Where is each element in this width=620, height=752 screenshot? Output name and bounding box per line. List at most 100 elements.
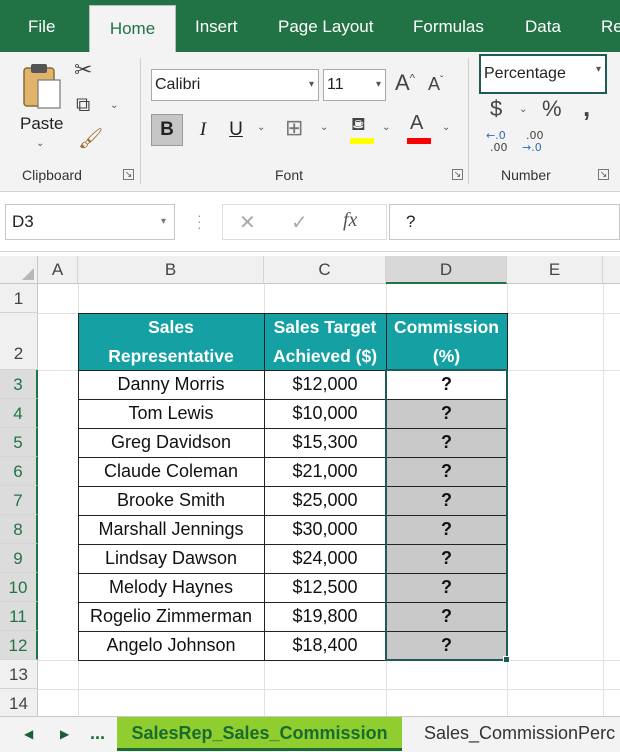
tab-home[interactable]: Home <box>89 5 176 52</box>
cell-sales-target[interactable]: $15,300 <box>264 428 386 457</box>
name-box-dropdown-icon: ▾ <box>160 216 166 227</box>
cell-sales-rep[interactable]: Rogelio Zimmerman <box>78 602 264 631</box>
clipboard-group-label: Clipboard <box>22 167 82 183</box>
italic-button[interactable]: I <box>193 114 213 146</box>
row-header-14[interactable]: 14 <box>0 689 38 716</box>
tab-file[interactable]: File <box>28 0 55 52</box>
row-header-13[interactable]: 13 <box>0 660 38 689</box>
row-header-2[interactable]: 2 <box>0 313 38 370</box>
font-color-dropdown-icon[interactable]: ⌄ <box>442 122 450 133</box>
percent-button[interactable]: % <box>542 96 562 122</box>
increase-decimal-button[interactable]: ←.0 .00 <box>486 130 508 154</box>
cell-sales-rep[interactable]: Lindsay Dawson <box>78 544 264 573</box>
cell-sales-target[interactable]: $10,000 <box>264 399 386 428</box>
column-header-a[interactable]: A <box>38 256 78 284</box>
prev-sheet-icon[interactable]: ◀ <box>24 717 33 751</box>
row-header-5[interactable]: 5 <box>0 428 38 457</box>
cancel-icon[interactable]: ✕ <box>239 210 256 234</box>
tab-review[interactable]: Re <box>601 0 620 52</box>
ribbon-tab-bar: File Home Insert Page Layout Formulas Da… <box>0 0 620 52</box>
fill-handle[interactable] <box>503 656 510 663</box>
borders-icon[interactable]: ⊞ <box>285 116 303 141</box>
font-color-swatch <box>407 138 431 144</box>
shrink-font-button[interactable]: Aˇ <box>428 74 443 95</box>
tab-formulas[interactable]: Formulas <box>413 0 484 52</box>
cell-sales-target[interactable]: $12,000 <box>264 370 386 399</box>
row-header-3[interactable]: 3 <box>0 370 38 399</box>
number-launcher-icon[interactable]: ↘ <box>598 169 609 180</box>
cell-sales-rep[interactable]: Marshall Jennings <box>78 515 264 544</box>
cell-sales-target[interactable]: $24,000 <box>264 544 386 573</box>
font-name-box[interactable]: Calibri ▾ <box>151 69 319 101</box>
copy-icon[interactable]: ⧉ <box>76 92 90 116</box>
cell-sales-target[interactable]: $19,800 <box>264 602 386 631</box>
fill-color-button[interactable]: ⛾ <box>349 114 375 148</box>
comma-button[interactable]: , <box>583 92 590 123</box>
borders-dropdown-icon[interactable]: ⌄ <box>320 122 328 133</box>
font-size-value: 11 <box>327 76 344 93</box>
clipboard-launcher-icon[interactable]: ↘ <box>123 169 134 180</box>
cell-sales-rep[interactable]: Claude Coleman <box>78 457 264 486</box>
row-header-8[interactable]: 8 <box>0 515 38 544</box>
row-header-11[interactable]: 11 <box>0 602 38 631</box>
column-header-e[interactable]: E <box>507 256 603 284</box>
number-format-box[interactable]: Percentage ▾ <box>479 54 607 94</box>
formula-buttons: ✕ ✓ fx <box>222 204 387 240</box>
font-size-dropdown-icon: ▾ <box>375 79 381 90</box>
cell-sales-target[interactable]: $12,500 <box>264 573 386 602</box>
paste-button[interactable]: Paste ⌄ <box>14 58 68 154</box>
column-header-b[interactable]: B <box>78 256 264 284</box>
column-header-d[interactable]: D <box>386 256 507 284</box>
fill-color-dropdown-icon[interactable]: ⌄ <box>382 122 390 133</box>
row-header-7[interactable]: 7 <box>0 486 38 515</box>
cell-sales-target[interactable]: $18,400 <box>264 631 386 660</box>
currency-dropdown-icon[interactable]: ⌄ <box>519 104 527 115</box>
copy-dropdown-icon[interactable]: ⌄ <box>110 100 118 111</box>
cell-sales-rep[interactable]: Brooke Smith <box>78 486 264 515</box>
header-sales-target[interactable]: Sales Target Achieved ($) <box>264 313 386 370</box>
sheet-tab-salesrep-sales-commission[interactable]: SalesRep_Sales_Commission <box>117 717 402 751</box>
cell-sales-rep[interactable]: Melody Haynes <box>78 573 264 602</box>
column-header-c[interactable]: C <box>264 256 386 284</box>
cell-sales-rep[interactable]: Angelo Johnson <box>78 631 264 660</box>
decrease-decimal-button[interactable]: .00 →.0 <box>522 130 544 154</box>
tab-insert[interactable]: Insert <box>195 0 238 52</box>
cut-icon[interactable]: ✂ <box>74 58 92 83</box>
underline-dropdown-icon[interactable]: ⌄ <box>257 122 265 133</box>
name-box[interactable]: D3 ▾ <box>5 204 175 240</box>
row-header-6[interactable]: 6 <box>0 457 38 486</box>
row-header-1[interactable]: 1 <box>0 284 38 313</box>
underline-button[interactable]: U <box>226 114 246 146</box>
row-header-12[interactable]: 12 <box>0 631 38 660</box>
header-sales-representative[interactable]: Sales Representative <box>78 313 264 370</box>
cell-sales-target[interactable]: $21,000 <box>264 457 386 486</box>
more-sheets-button[interactable]: ... <box>90 717 105 751</box>
formula-input[interactable]: ? <box>389 204 620 240</box>
cell-sales-rep[interactable]: Danny Morris <box>78 370 264 399</box>
sheet-tab-sales-commission-perc[interactable]: Sales_CommissionPerc <box>424 717 615 751</box>
currency-button[interactable]: $ <box>490 96 502 122</box>
font-launcher-icon[interactable]: ↘ <box>452 169 463 180</box>
select-all-button[interactable] <box>0 256 38 284</box>
font-name-value: Calibri <box>155 76 201 93</box>
font-color-button[interactable]: A <box>406 112 432 146</box>
row-header-10[interactable]: 10 <box>0 573 38 602</box>
enter-icon[interactable]: ✓ <box>291 210 308 234</box>
header-commission[interactable]: Commission (%) <box>386 313 507 370</box>
tab-page-layout[interactable]: Page Layout <box>278 0 373 52</box>
bold-button[interactable]: B <box>151 114 183 146</box>
format-painter-icon[interactable]: 🖌 <box>78 126 103 150</box>
next-sheet-icon[interactable]: ▶ <box>60 717 69 751</box>
grow-font-button[interactable]: A^ <box>395 70 415 96</box>
row-header-9[interactable]: 9 <box>0 544 38 573</box>
cell-sales-target[interactable]: $30,000 <box>264 515 386 544</box>
formula-bar: D3 ▾ · · · ✕ ✓ fx ? <box>0 192 620 252</box>
insert-function-icon[interactable]: fx <box>343 209 357 232</box>
column-header-f[interactable] <box>603 256 620 284</box>
cell-sales-target[interactable]: $25,000 <box>264 486 386 515</box>
cell-sales-rep[interactable]: Tom Lewis <box>78 399 264 428</box>
cell-sales-rep[interactable]: Greg Davidson <box>78 428 264 457</box>
tab-data[interactable]: Data <box>525 0 561 52</box>
font-size-box[interactable]: 11 ▾ <box>323 69 386 101</box>
row-header-4[interactable]: 4 <box>0 399 38 428</box>
